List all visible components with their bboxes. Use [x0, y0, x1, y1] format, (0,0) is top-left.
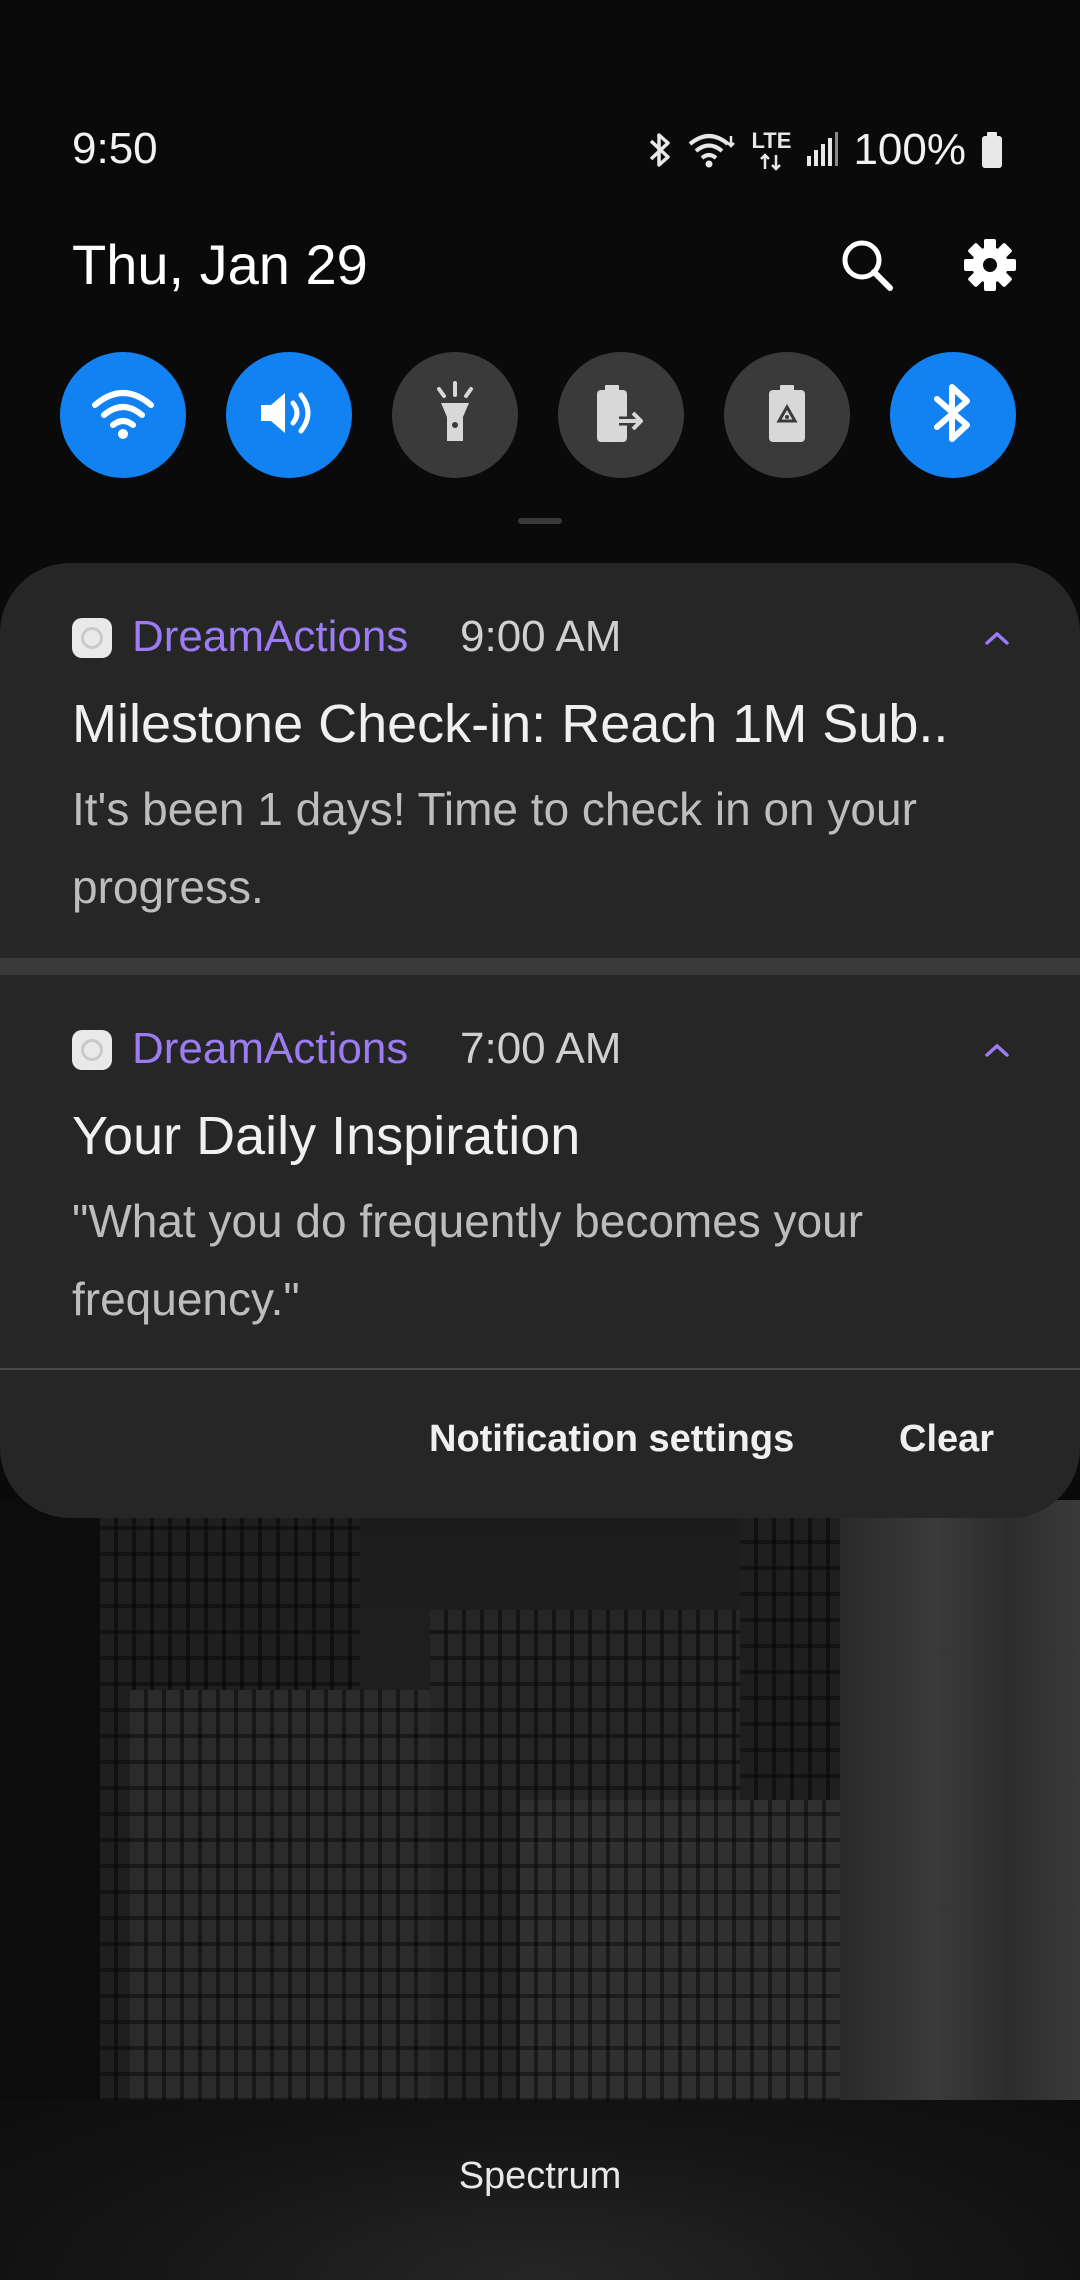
status-icons: LTE 100% — [647, 120, 1004, 180]
wifi-icon — [91, 385, 155, 446]
wifi-toggle[interactable] — [60, 352, 186, 478]
notification-card[interactable]: DreamActions 7:00 AM Your Daily Inspirat… — [0, 975, 1080, 1368]
notification-separator — [0, 958, 1080, 975]
signal-icon — [805, 132, 839, 168]
battery-icon — [980, 130, 1004, 170]
bluetooth-toggle[interactable] — [890, 352, 1016, 478]
notification-body: "What you do frequently becomes your fre… — [72, 1195, 864, 1325]
volume-icon — [257, 385, 321, 446]
footer-divider — [0, 1368, 1080, 1370]
wifi-icon — [687, 130, 737, 170]
power-saving-toggle[interactable] — [724, 352, 850, 478]
battery-percent: 100% — [853, 125, 966, 174]
app-icon — [72, 618, 112, 658]
power-share-toggle[interactable] — [558, 352, 684, 478]
sound-toggle[interactable] — [226, 352, 352, 478]
notification-body: It's been 1 days! Time to check in on yo… — [72, 783, 917, 913]
bluetooth-icon — [647, 130, 673, 170]
carrier-label: Spectrum — [458, 2155, 622, 2197]
notification-title: Your Daily Inspiration — [72, 1106, 581, 1166]
notification-shade: Spectrum 9:50 LTE 100% Thu, Jan 29 Dream… — [0, 0, 1080, 2280]
notification-time: 9:00 AM — [460, 612, 622, 661]
date-label: Thu, Jan 29 — [72, 233, 368, 296]
notification-settings-button[interactable]: Notification settings — [429, 1418, 794, 1461]
battery-recycle-icon — [762, 381, 812, 450]
collapse-button[interactable] — [982, 1037, 1012, 1067]
notification-time: 7:00 AM — [460, 1024, 622, 1073]
app-name: DreamActions — [132, 1024, 409, 1073]
app-name: DreamActions — [132, 612, 409, 661]
clear-button[interactable]: Clear — [899, 1418, 994, 1461]
notification-title: Milestone Check-in: Reach 1M Sub.. — [72, 694, 949, 754]
status-time: 9:50 — [72, 124, 158, 173]
notification-panel: DreamActions 9:00 AM Milestone Check-in:… — [0, 563, 1080, 1518]
quick-toggles — [60, 352, 1016, 478]
lte-icon: LTE — [751, 129, 791, 171]
settings-button[interactable] — [955, 232, 1025, 302]
flashlight-toggle[interactable] — [392, 352, 518, 478]
collapse-button[interactable] — [982, 625, 1012, 655]
drag-handle[interactable] — [518, 518, 562, 524]
bluetooth-icon — [931, 381, 975, 450]
settings-icon — [962, 237, 1018, 298]
chevron-up-icon — [984, 1042, 1010, 1063]
chevron-up-icon — [984, 630, 1010, 651]
flashlight-icon — [427, 380, 483, 450]
search-button[interactable] — [832, 232, 902, 302]
notification-card[interactable]: DreamActions 9:00 AM Milestone Check-in:… — [0, 563, 1080, 958]
battery-share-icon — [589, 381, 653, 450]
app-icon — [72, 1030, 112, 1070]
search-icon — [837, 235, 897, 300]
